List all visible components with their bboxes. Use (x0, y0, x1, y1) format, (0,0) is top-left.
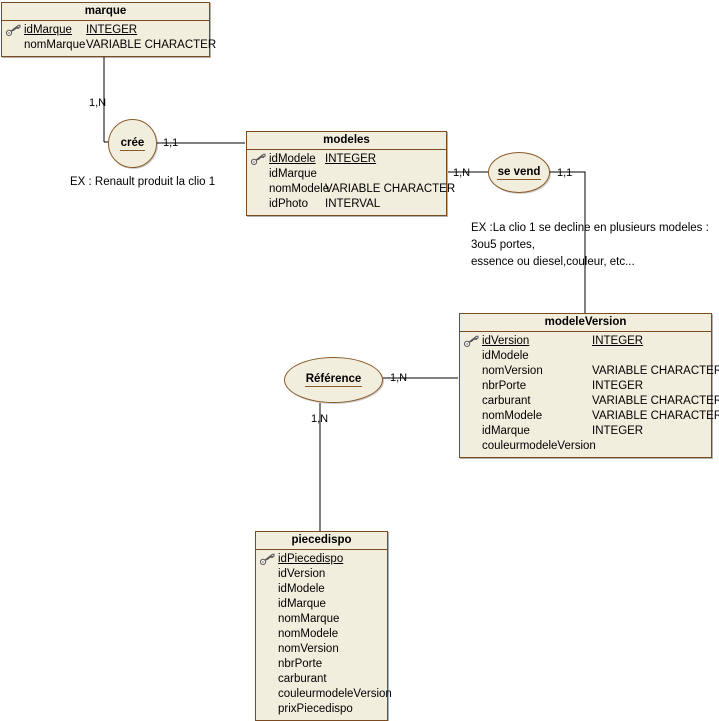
note-sevend-line3: essence ou diesel,couleur, etc... (471, 256, 635, 268)
attribute-row: nomVersion (256, 642, 387, 657)
note-cree: EX : Renault produit la clio 1 (70, 176, 216, 188)
attribute-type: INTEGER (325, 153, 377, 165)
cardinality-reference-modeleversion: 1,N (390, 372, 408, 384)
attribute-row: idVersion INTEGER (460, 334, 711, 349)
attribute-type: VARIABLE CHARACTER (325, 183, 456, 195)
cardinality-marque-cree: 1,N (89, 97, 107, 109)
attribute-row: nomMarque (256, 612, 387, 627)
attribute-name: idMarque (482, 425, 530, 437)
attribute-row: idPiecedispo (256, 552, 387, 567)
entity-modeleVersion[interactable]: modeleVersion idVersion INTEGER idModele… (459, 313, 719, 458)
attribute-row: idMarque (256, 597, 387, 612)
attribute-name: idModele (278, 583, 325, 595)
attribute-row: nomVersion VARIABLE CHARACTER (460, 364, 719, 379)
attribute-name: nomModele (482, 410, 543, 422)
entity-modeles-title: modeles (247, 132, 446, 150)
attribute-name: idPiecedispo (278, 553, 344, 565)
relationship-se-vend[interactable]: se vend (488, 152, 550, 193)
primary-key-icon (251, 153, 266, 166)
attribute-type: VARIABLE CHARACTER (86, 39, 217, 51)
cardinality-modeles-sevend: 1,N (453, 167, 471, 179)
attribute-name: idModele (269, 153, 316, 165)
attribute-row: couleurmodeleVersion (256, 687, 392, 702)
attribute-name: nbrPorte (278, 658, 323, 670)
attribute-row: carburant (256, 672, 387, 687)
primary-key-icon (6, 24, 21, 37)
attribute-name: nomModele (269, 183, 330, 195)
attribute-row: idModele (256, 582, 387, 597)
attribute-name: idPhoto (269, 198, 309, 210)
primary-key-icon (260, 553, 275, 566)
attribute-name: idMarque (269, 168, 317, 180)
primary-key-icon (464, 335, 479, 348)
attribute-name: prixPiecedispo (278, 703, 353, 715)
attribute-type: INTEGER (592, 425, 644, 437)
attribute-row: nomModele (256, 627, 387, 642)
attribute-name: nomMarque (24, 39, 86, 51)
attribute-type: INTEGER (86, 24, 138, 36)
entity-piecedispo-title: piecedispo (256, 532, 387, 550)
attribute-name: carburant (278, 673, 327, 685)
attribute-name: couleurmodeleVersion (278, 688, 392, 700)
attribute-row: nbrPorte (256, 657, 387, 672)
attribute-row: nomModele VARIABLE CHARACTER (460, 409, 719, 424)
attribute-type: VARIABLE CHARACTER (592, 395, 719, 407)
entity-modeles-attributes: idModele INTEGER idMarque nomModele VARI… (247, 150, 455, 215)
entity-marque[interactable]: marque idMarque INTEGER nomMarque VARIAB… (1, 2, 216, 57)
attribute-row: nbrPorte INTEGER (460, 379, 711, 394)
attribute-row: idPhoto INTERVAL (247, 197, 446, 212)
attribute-row: idMarque INTEGER (2, 23, 209, 38)
attribute-row: couleurmodeleVersion (460, 439, 711, 454)
attribute-row: idModele (460, 349, 711, 364)
attribute-name: nomVersion (482, 365, 543, 377)
attribute-name: nomModele (278, 628, 339, 640)
attribute-type: VARIABLE CHARACTER (592, 410, 719, 422)
attribute-name: carburant (482, 395, 531, 407)
attribute-type: VARIABLE CHARACTER (592, 365, 719, 377)
cardinality-cree-modeles: 1,1 (163, 137, 179, 149)
line-sevend-modeleversion (549, 171, 586, 313)
attribute-row: idModele INTEGER (247, 152, 446, 167)
attribute-name: idMarque (24, 24, 72, 36)
attribute-type: INTERVAL (325, 198, 381, 210)
attribute-name: couleurmodeleVersion (482, 440, 596, 452)
attribute-type: INTEGER (592, 335, 644, 347)
attribute-type: INTEGER (592, 380, 644, 392)
attribute-name: nbrPorte (482, 380, 527, 392)
note-sevend-line2: 3ou5 portes, (471, 239, 535, 251)
relationship-reference-label: Référence (304, 373, 363, 387)
attribute-row: idMarque (247, 167, 446, 182)
attribute-row: prixPiecedispo (256, 702, 387, 717)
entity-modeleVersion-title: modeleVersion (460, 314, 711, 332)
attribute-name: idModele (482, 350, 529, 362)
attribute-name: idVersion (482, 335, 530, 347)
attribute-name: nomVersion (278, 643, 339, 655)
attribute-row: idMarque INTEGER (460, 424, 711, 439)
entity-piecedispo[interactable]: piecedispo idPiecedispo idVersion idMode… (255, 531, 392, 721)
note-sevend-line1: EX :La clio 1 se decline en plusieurs mo… (471, 222, 709, 234)
entity-marque-title: marque (2, 3, 209, 21)
entity-modeleVersion-attributes: idVersion INTEGER idModele nomVersion VA… (460, 332, 719, 457)
attribute-name: idMarque (278, 598, 326, 610)
cardinality-reference-piecedispo: 1,N (311, 413, 329, 425)
entity-marque-attributes: idMarque INTEGER nomMarque VARIABLE CHAR… (2, 21, 216, 56)
attribute-row: nomMarque VARIABLE CHARACTER (2, 38, 216, 53)
entity-piecedispo-attributes: idPiecedispo idVersion idModele idMarque… (256, 550, 392, 720)
attribute-row: idVersion (256, 567, 387, 582)
relationship-cree-label: crée (119, 136, 146, 151)
attribute-row: nomModele VARIABLE CHARACTER (247, 182, 455, 197)
attribute-name: idVersion (278, 568, 326, 580)
relationship-reference[interactable]: Référence (284, 357, 383, 403)
entity-modeles[interactable]: modeles idModele INTEGER idMarque nomMod… (246, 131, 455, 216)
attribute-name: nomMarque (278, 613, 340, 625)
cardinality-sevend-modeleversion: 1,1 (557, 167, 573, 179)
relationship-se-vend-label: se vend (496, 165, 542, 180)
attribute-row: carburant VARIABLE CHARACTER (460, 394, 719, 409)
relationship-cree[interactable]: crée (108, 119, 157, 168)
